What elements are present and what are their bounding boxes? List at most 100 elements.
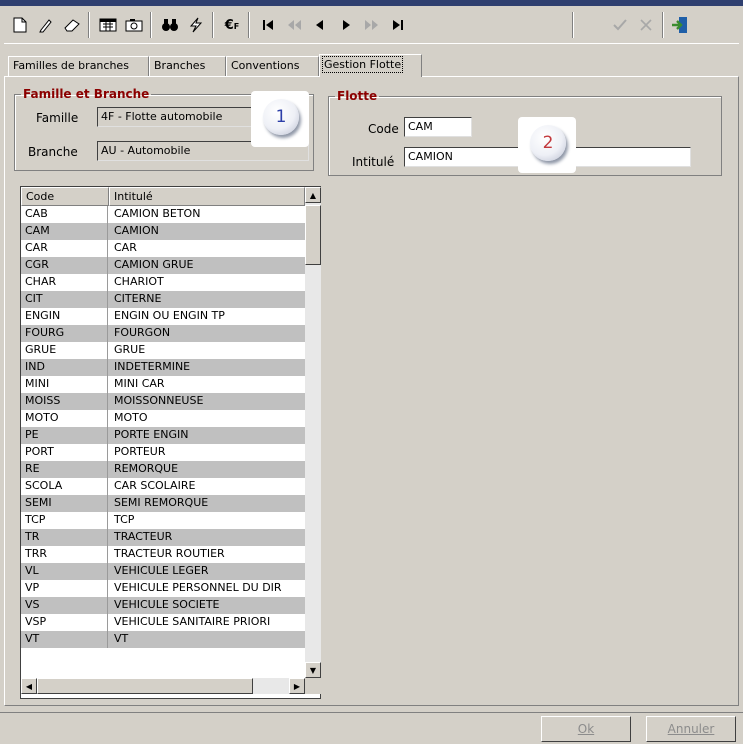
table-row[interactable]: VS VEHICULE SOCIETE [21,597,305,614]
scroll-down-icon[interactable]: ▼ [305,662,321,678]
table-row[interactable]: MOISS MOISSONNEUSE [21,393,305,410]
table-row[interactable]: MOTO MOTO [21,410,305,427]
binoculars-icon[interactable] [158,13,182,37]
table-row[interactable]: SEMI SEMI REMORQUE [21,495,305,512]
column-header-code[interactable]: Code [21,187,109,206]
table-row[interactable]: CAR CAR [21,240,305,257]
tab-label: Gestion Flotte [321,56,404,73]
cell-code: PE [21,427,108,444]
tab-familles-de-branches[interactable]: Familles de branches [8,56,149,76]
table-row[interactable]: CGR CAMION GRUE [21,257,305,274]
fast-back-icon[interactable] [282,13,306,37]
table-row[interactable]: VL VEHICULE LEGER [21,563,305,580]
code-label: Code [368,122,399,136]
ok-button[interactable]: Ok [541,716,631,742]
validate-check-icon[interactable] [608,13,632,37]
euro-icon[interactable]: €F [220,13,244,37]
cell-intitule: CAR SCOLAIRE [114,479,196,492]
table-row[interactable]: CHAR CHARIOT [21,274,305,291]
cell-intitule: ENGIN OU ENGIN TP [114,309,225,322]
cell-intitule: FOURGON [114,326,171,339]
scroll-thumb[interactable] [305,205,321,265]
annotation-badge-1: 1 [251,91,309,147]
table-row[interactable]: CAB CAMION BETON [21,206,305,223]
previous-icon[interactable] [308,13,332,37]
table-row[interactable]: VT VT [21,631,305,648]
first-record-icon[interactable] [256,13,280,37]
button-bar: Ok Annuler [0,712,743,744]
toolbar-separator [212,12,214,38]
toolbar-separator [572,12,574,38]
camera-icon[interactable] [122,13,146,37]
code-field[interactable]: CAM [404,117,472,137]
table-row[interactable]: MINI MINI CAR [21,376,305,393]
fast-forward-icon[interactable] [360,13,384,37]
cell-intitule: GRUE [114,343,146,356]
calendar-icon[interactable] [96,13,120,37]
table-row[interactable]: PE PORTE ENGIN [21,427,305,444]
scroll-left-icon[interactable]: ◀ [21,678,37,694]
tab-label: Familles de branches [13,59,129,72]
eraser-icon[interactable] [60,13,84,37]
table-row[interactable]: VP VEHICULE PERSONNEL DU DIR [21,580,305,597]
famille-label: Famille [36,111,79,125]
tab-gestion-flotte[interactable]: Gestion Flotte [319,54,422,77]
vertical-scrollbar[interactable]: ▲ ▼ [305,187,321,678]
cell-intitule: VT [114,632,129,645]
cell-code: TCP [21,512,108,529]
cell-code: VT [21,631,108,648]
cell-intitule: TRACTEUR ROUTIER [114,547,225,560]
scroll-up-icon[interactable]: ▲ [305,187,321,203]
table-row[interactable]: TCP TCP [21,512,305,529]
cell-code: GRUE [21,342,108,359]
cell-intitule: CAR [114,241,137,254]
cell-code: FOURG [21,325,108,342]
tab-branches[interactable]: Branches [149,56,226,76]
exit-door-icon[interactable] [668,13,692,37]
cell-intitule: TRACTEUR [114,530,173,543]
flotte-grid[interactable]: Code Intitulé CAB CAMION BETON CAM CAMION CA… [20,186,321,699]
table-row[interactable]: RE REMORQUE [21,461,305,478]
toolbar-separator [248,12,250,38]
toolbar-separator [150,12,152,38]
badge-number: 2 [530,125,566,161]
cell-code: CAM [21,223,108,240]
horizontal-scrollbar[interactable]: ◀ ▶ [21,678,305,694]
table-row[interactable]: VSP VEHICULE SANITAIRE PRIORI [21,614,305,631]
table-row[interactable]: ENGIN ENGIN OU ENGIN TP [21,308,305,325]
table-row[interactable]: TRR TRACTEUR ROUTIER [21,546,305,563]
table-row[interactable]: GRUE GRUE [21,342,305,359]
edit-pencil-icon[interactable] [34,13,58,37]
scroll-right-icon[interactable]: ▶ [289,678,305,694]
lightning-icon[interactable] [184,13,208,37]
scrollbar-corner [305,678,321,694]
next-icon[interactable] [334,13,358,37]
cell-code: VSP [21,614,108,631]
cell-code: TRR [21,546,108,563]
cell-code: CAB [21,206,108,223]
table-row[interactable]: FOURG FOURGON [21,325,305,342]
cell-code: VS [21,597,108,614]
annuler-button[interactable]: Annuler [646,716,736,742]
annuler-button-label: Annuler [667,722,715,736]
cell-intitule: SEMI REMORQUE [114,496,209,509]
table-row[interactable]: IND INDETERMINE [21,359,305,376]
column-header-intitule[interactable]: Intitulé [109,187,305,206]
cell-code: VP [21,580,108,597]
tab-conventions[interactable]: Conventions [226,56,319,76]
table-row[interactable]: PORT PORTEUR [21,444,305,461]
cell-code: PORT [21,444,108,461]
table-row[interactable]: CIT CITERNE [21,291,305,308]
cell-code: IND [21,359,108,376]
cell-intitule: VEHICULE SANITAIRE PRIORI [114,615,271,628]
famille-field[interactable]: 4F - Flotte automobile [97,107,254,127]
cell-code: RE [21,461,108,478]
scroll-thumb[interactable] [37,678,253,694]
new-icon[interactable] [8,13,32,37]
table-row[interactable]: SCOLA CAR SCOLAIRE [21,478,305,495]
table-row[interactable]: CAM CAMION [21,223,305,240]
last-record-icon[interactable] [386,13,410,37]
cell-code: MINI [21,376,108,393]
cancel-x-icon[interactable] [634,13,658,37]
table-row[interactable]: TR TRACTEUR [21,529,305,546]
